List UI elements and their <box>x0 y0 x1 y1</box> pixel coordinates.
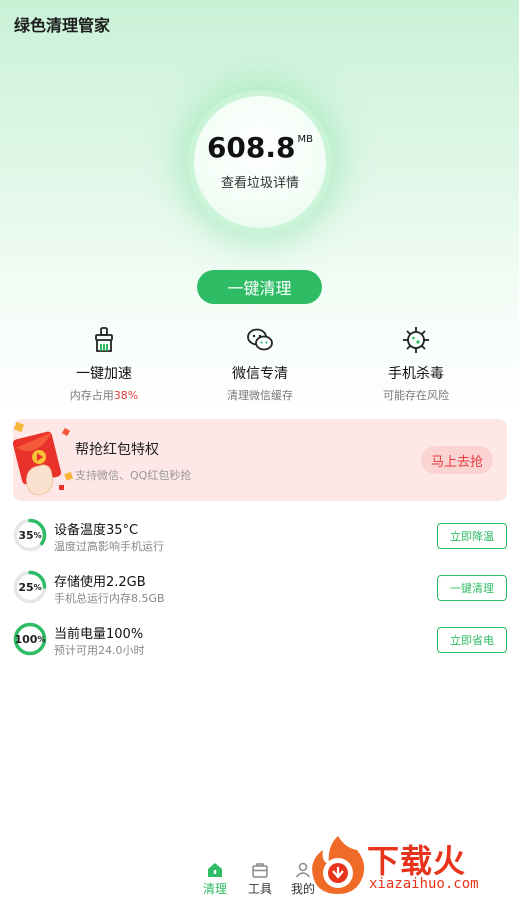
tab-clean-label: 清理 <box>202 882 227 896</box>
toolbox-icon <box>252 863 268 878</box>
storage-clean-button[interactable]: 一键清理 <box>437 575 507 601</box>
status-title: 设备温度35°C <box>54 523 139 538</box>
junk-size-value: 608.8 <box>206 130 296 164</box>
flame-logo-icon <box>312 836 365 894</box>
watermark-url: xiazaihuo.com <box>369 876 479 892</box>
tab-tools-label: 工具 <box>247 882 272 896</box>
percent-sign: % <box>33 582 42 592</box>
feature-antivirus-sub: 可能存在风险 <box>383 389 449 402</box>
percent-value: 35 <box>18 528 34 542</box>
power-save-button[interactable]: 立即省电 <box>437 627 507 653</box>
feature-wechat-title: 微信专清 <box>232 366 288 382</box>
status-subtitle: 手机总运行内存8.5GB <box>54 592 165 605</box>
feature-wechat-clean[interactable]: 微信专清 清理微信缓存 <box>190 325 330 403</box>
memory-usage-percent: 38% <box>113 389 139 402</box>
banner-subtitle: 支持微信、QQ红包秒抢 <box>75 469 192 482</box>
feature-wechat-sub: 清理微信缓存 <box>227 389 293 402</box>
feature-antivirus-title: 手机杀毒 <box>388 366 444 382</box>
banner-title: 帮抢红包特权 <box>75 442 159 458</box>
percent-sign: % <box>33 530 42 540</box>
red-envelope-icon <box>13 421 74 496</box>
grab-now-button[interactable]: 马上去抢 <box>421 446 493 474</box>
watermark: 下载火 xiazaihuo.com <box>305 830 519 900</box>
progress-percent: 35% <box>13 518 47 552</box>
tab-tools[interactable]: 工具 <box>245 861 275 897</box>
junk-size-circle[interactable]: 608.8 MB 查看垃圾详情 <box>194 96 326 228</box>
wechat-icon <box>247 328 273 351</box>
one-click-clean-button[interactable]: 一键清理 <box>197 270 322 304</box>
percent-sign: % <box>37 634 46 644</box>
tab-clean[interactable]: 清理 <box>200 861 230 897</box>
cool-down-button[interactable]: 立即降温 <box>437 523 507 549</box>
red-packet-banner[interactable]: 帮抢红包特权 支持微信、QQ红包秒抢 马上去抢 <box>13 419 507 501</box>
app-title: 绿色清理管家 <box>14 16 111 35</box>
progress-percent: 100% <box>13 622 47 656</box>
status-row-storage: 25% 存储使用2.2GB 手机总运行内存8.5GB 一键清理 <box>13 570 507 610</box>
feature-speedup[interactable]: 一键加速 内存占用38% <box>34 325 174 403</box>
junk-size-unit: MB <box>297 133 314 145</box>
feature-antivirus[interactable]: 手机杀毒 可能存在风险 <box>346 325 486 403</box>
status-row-battery: 100% 当前电量100% 预计可用24.0小时 立即省电 <box>13 622 507 662</box>
feature-speedup-sub: 内存占用38% <box>70 387 138 403</box>
percent-value: 25 <box>18 580 34 594</box>
virus-icon <box>403 327 429 353</box>
status-subtitle: 温度过高影响手机运行 <box>54 540 164 553</box>
status-title: 当前电量100% <box>54 627 144 642</box>
status-row-temperature: 35% 设备温度35°C 温度过高影响手机运行 立即降温 <box>13 518 507 558</box>
view-junk-details-link[interactable]: 查看垃圾详情 <box>221 172 299 191</box>
memory-usage-label: 内存占用 <box>69 389 114 402</box>
progress-percent: 25% <box>13 570 47 604</box>
status-title: 存储使用2.2GB <box>54 575 146 590</box>
percent-value: 100 <box>14 632 38 646</box>
broom-icon <box>95 327 113 352</box>
home-icon <box>208 863 222 877</box>
feature-speedup-title: 一键加速 <box>76 366 132 382</box>
feature-grid: 一键加速 内存占用38% 微信专清 清理微信缓存 手机杀毒 可能存在风险 <box>0 325 519 405</box>
status-subtitle: 预计可用24.0小时 <box>54 644 145 657</box>
